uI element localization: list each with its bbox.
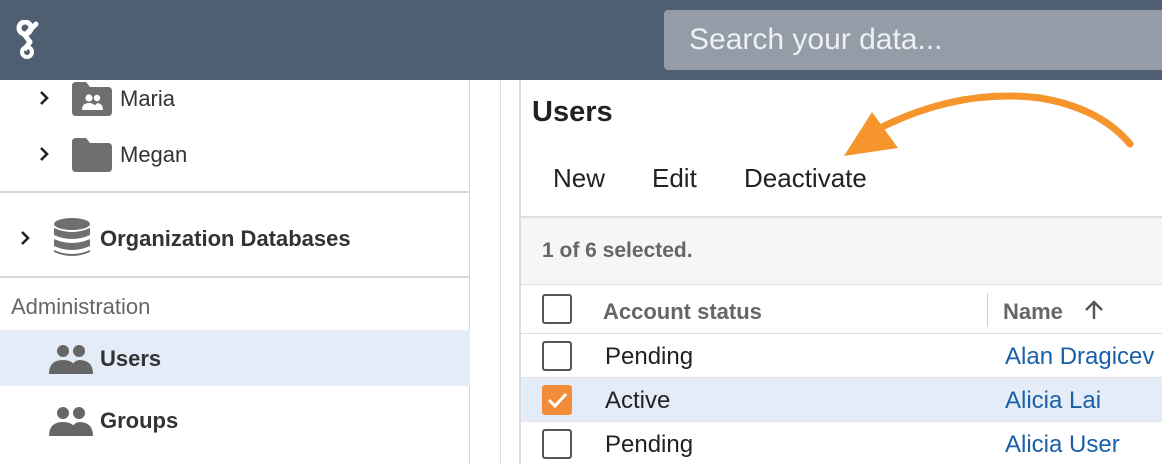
row-checkbox[interactable]: [542, 385, 572, 415]
users-icon: [49, 345, 93, 374]
table-header: Account status Name: [521, 284, 1162, 334]
app-logo-icon[interactable]: [14, 19, 42, 60]
sidebar-item-groups[interactable]: Groups: [0, 392, 470, 448]
groups-icon: [49, 407, 93, 436]
tree-item-label: Maria: [120, 86, 176, 111]
top-bar: Search your data...: [0, 0, 1162, 80]
cell-account-status: Active: [605, 387, 671, 414]
divider: [0, 191, 470, 193]
section-title-administration: Administration: [11, 294, 151, 319]
column-header-account-status[interactable]: Account status: [603, 299, 762, 325]
new-button[interactable]: New: [553, 163, 605, 194]
users-panel: Users New Edit Deactivate 1 of 6 selecte…: [519, 80, 1162, 464]
tree-item-maria[interactable]: Maria: [0, 80, 470, 136]
sidebar-item-label: Groups: [100, 408, 179, 433]
pane-gutter: [471, 80, 519, 464]
tree-item-label: Megan: [120, 142, 188, 167]
user-name-link[interactable]: Alicia Lai: [1005, 387, 1101, 415]
column-header-name[interactable]: Name: [1003, 299, 1063, 325]
edit-button[interactable]: Edit: [652, 163, 697, 194]
divider: [0, 276, 470, 278]
sidebar: Maria Megan Organization Databases Admin…: [0, 80, 470, 464]
chevron-right-icon[interactable]: [37, 91, 51, 105]
select-all-checkbox[interactable]: [542, 294, 572, 324]
page-title: Users: [532, 96, 613, 128]
table-row[interactable]: Active Alicia Lai: [521, 378, 1162, 422]
chevron-right-icon[interactable]: [18, 231, 32, 245]
cell-account-status: Pending: [605, 431, 694, 458]
row-checkbox[interactable]: [542, 341, 572, 371]
table-row[interactable]: Pending Alan Dragicev: [521, 334, 1162, 378]
sidebar-item-label: Users: [100, 346, 162, 371]
selection-count: 1 of 6 selected.: [542, 239, 693, 262]
tree-item-megan[interactable]: Megan: [0, 136, 470, 192]
pane-resize-handle[interactable]: [500, 80, 501, 464]
shared-folder-icon: [72, 82, 112, 116]
table-row[interactable]: Pending Alicia User: [521, 422, 1162, 464]
folder-icon: [72, 138, 112, 172]
tree-item-organization-databases[interactable]: Organization Databases: [0, 210, 470, 266]
cell-account-status: Pending: [605, 343, 694, 370]
checkmark-icon: [547, 392, 568, 409]
row-checkbox[interactable]: [542, 429, 572, 459]
database-icon: [54, 218, 90, 256]
tree-item-label: Organization Databases: [100, 226, 351, 251]
arrow-up-icon[interactable]: [1083, 299, 1105, 321]
sidebar-item-users[interactable]: Users: [0, 330, 470, 386]
user-name-link[interactable]: Alan Dragicev: [1005, 343, 1154, 371]
search-placeholder: Search your data...: [689, 23, 943, 56]
chevron-right-icon[interactable]: [37, 147, 51, 161]
user-name-link[interactable]: Alicia User: [1005, 431, 1120, 459]
column-resize-handle[interactable]: [987, 293, 988, 327]
selection-bar: 1 of 6 selected.: [521, 218, 1162, 284]
search-input[interactable]: Search your data...: [664, 10, 1162, 70]
deactivate-button[interactable]: Deactivate: [744, 163, 867, 194]
